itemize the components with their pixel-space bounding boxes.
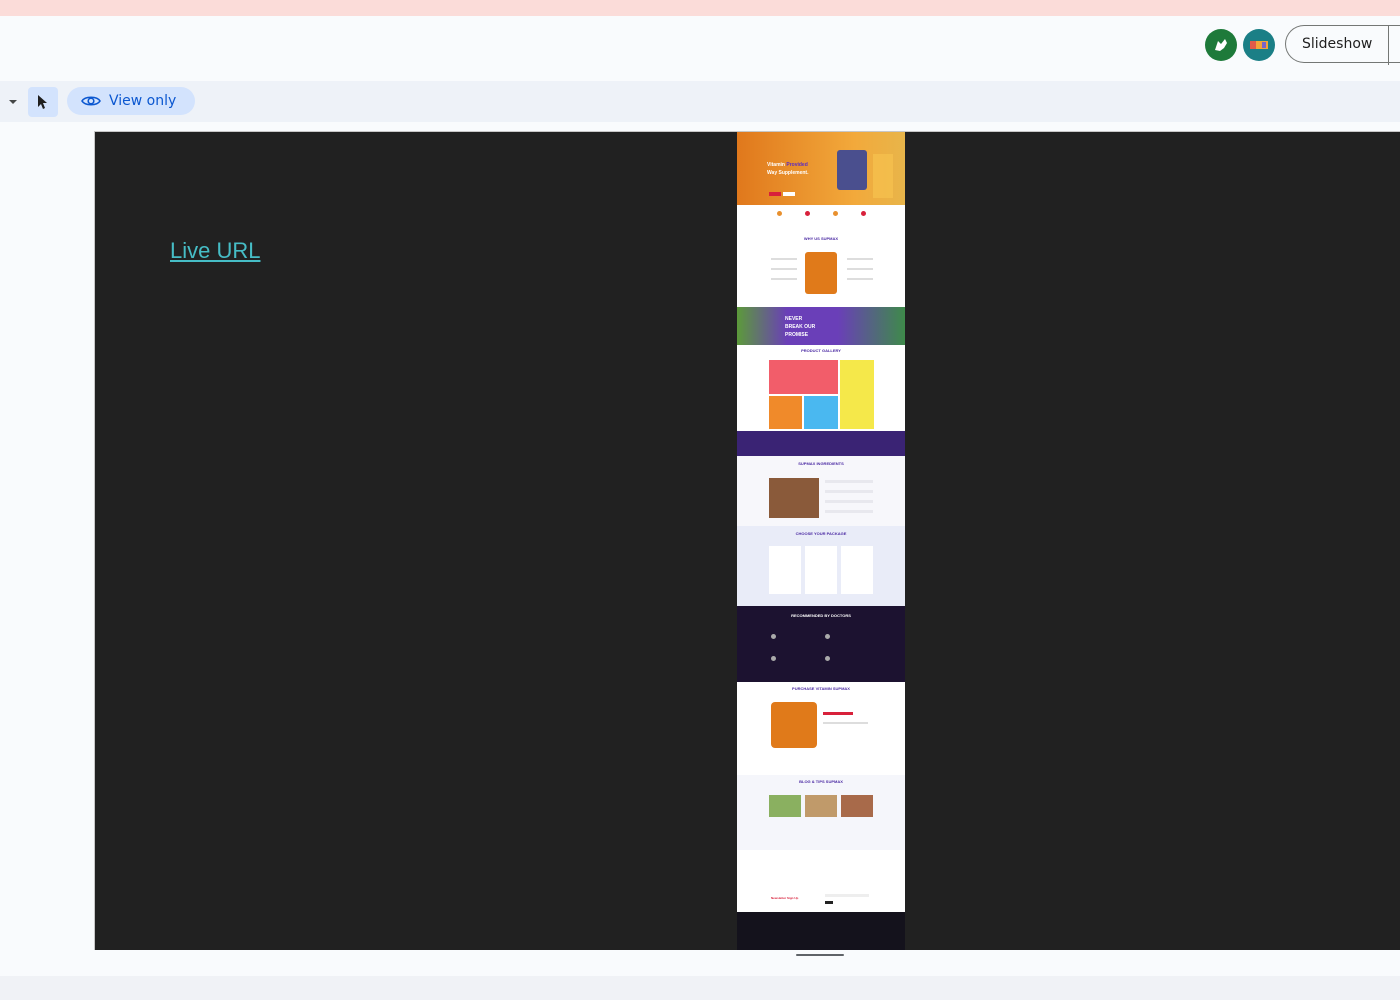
hero-button	[769, 192, 781, 196]
hero-title: Vitamin	[767, 162, 785, 168]
slideshow-label: Slideshow	[1302, 36, 1373, 52]
gallery-image-fruit	[840, 360, 874, 429]
promise-banner: NEVER BREAK OUR PROMISE	[737, 307, 905, 345]
product-bottles	[873, 154, 893, 198]
why-title: WHY US SUPMAX	[803, 236, 839, 241]
toolbar	[0, 81, 1400, 122]
blog-section: BLOG & TIPS SUPMAX	[737, 775, 905, 850]
chevron-down-icon[interactable]	[6, 95, 20, 109]
eye-icon	[81, 96, 101, 106]
stats-band	[737, 431, 905, 456]
gallery-section: PRODUCT GALLERY	[737, 345, 905, 431]
blog-image	[805, 795, 837, 817]
package-card	[769, 546, 801, 594]
gallery-image-orange	[804, 396, 838, 429]
why-product-jar	[805, 252, 837, 294]
blog-image	[841, 795, 873, 817]
profile-image-icon	[1243, 29, 1275, 61]
gallery-image-watermelon	[769, 360, 838, 394]
hero-subtitle: Way Supplement.	[767, 170, 809, 176]
product-jar	[837, 150, 867, 190]
live-url-link[interactable]: Live URL	[170, 238, 260, 264]
scroll-indicator[interactable]	[796, 954, 844, 956]
package-section: CHOOSE YOUR PACKAGE	[737, 526, 905, 606]
why-section: WHY US SUPMAX	[737, 232, 905, 307]
package-card	[841, 546, 873, 594]
ingredients-title: SUPMAX INGREDIENTS	[798, 461, 844, 466]
package-card	[805, 546, 837, 594]
footer-section	[737, 912, 905, 950]
view-only-label: View only	[109, 93, 177, 109]
hero-title-accent: Provided	[786, 162, 808, 168]
notification-banner	[0, 0, 1400, 16]
view-only-button[interactable]: View only	[67, 87, 195, 115]
newsletter-title: Newsletter Sign Up	[771, 896, 799, 900]
ingredients-section: SUPMAX INGREDIENTS	[737, 456, 905, 526]
purchase-product-image	[771, 702, 817, 748]
animal-avatar-icon	[1205, 29, 1237, 61]
promise-line: PROMISE	[785, 332, 809, 338]
ingredients-image	[769, 478, 819, 518]
doctors-section: RECOMMENDED BY DOCTORS	[737, 606, 905, 682]
button-divider	[1388, 25, 1389, 65]
select-tool-button[interactable]	[28, 87, 58, 117]
cursor-icon	[38, 95, 47, 109]
brands-newsletter-section: Newsletter Sign Up	[737, 850, 905, 912]
package-title: CHOOSE YOUR PACKAGE	[795, 531, 847, 536]
promise-line: BREAK OUR	[785, 324, 816, 330]
collaborator-avatar[interactable]	[1205, 29, 1237, 61]
promise-line: NEVER	[785, 316, 803, 322]
gallery-image-egg	[769, 396, 802, 429]
purchase-section: PURCHASE VITAMIN SUPMAX	[737, 682, 905, 775]
collaborator-avatar[interactable]	[1243, 29, 1275, 61]
blog-title: BLOG & TIPS SUPMAX	[799, 779, 843, 784]
features-row	[737, 205, 905, 232]
gallery-title: PRODUCT GALLERY	[801, 348, 841, 353]
hero-section: Vitamin Provided Way Supplement.	[737, 132, 905, 205]
hero-button-secondary	[783, 192, 795, 196]
purchase-title: PURCHASE VITAMIN SUPMAX	[792, 686, 850, 691]
blog-image	[769, 795, 801, 817]
doctors-title: RECOMMENDED BY DOCTORS	[791, 613, 851, 618]
top-bar	[0, 16, 1400, 81]
bottom-bar	[0, 976, 1400, 1000]
slideshow-button[interactable]: Slideshow	[1285, 25, 1400, 63]
website-screenshot: Vitamin Provided Way Supplement. WHY US …	[737, 132, 905, 950]
